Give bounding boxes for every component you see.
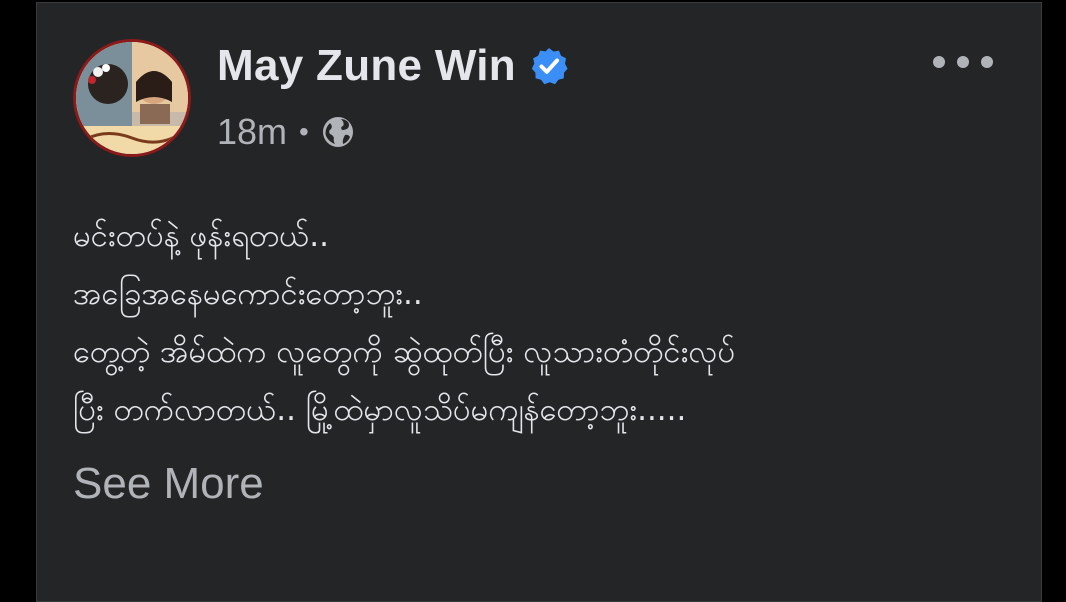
- post-text-line: ပြီး တက်လာတယ်.. မြို့ထဲမှာလူသိပ်မကျန်တော…: [73, 392, 687, 428]
- menu-dot: [981, 56, 993, 68]
- globe-icon[interactable]: [321, 115, 355, 149]
- post-text-line: အခြေအနေမကောင်းတော့ဘူး..: [73, 276, 423, 312]
- author-avatar[interactable]: [73, 39, 191, 157]
- verified-badge-icon: [530, 47, 568, 85]
- post-text-line: တွေ့တဲ့ အိမ်ထဲက လူတွေကို ဆွဲထုတ်ပြီး လူသ…: [73, 334, 736, 370]
- post-body: မင်းတပ်နဲ့ ဖုန်းရတယ်.. အခြေအနေမကောင်းတော…: [73, 207, 1013, 439]
- avatar-image: [76, 42, 188, 154]
- author-name[interactable]: May Zune Win: [217, 41, 516, 91]
- menu-dot: [957, 56, 969, 68]
- post-text-line: မင်းတပ်နဲ့ ဖုန်းရတယ်..: [73, 218, 329, 254]
- see-more-link[interactable]: See More: [73, 459, 264, 509]
- meta-separator: •: [299, 116, 309, 147]
- menu-dot: [933, 56, 945, 68]
- author-row: May Zune Win: [217, 41, 568, 91]
- post-card: May Zune Win 18m • မင်းတပ်နဲ့ ဖုန်းရတယ်.…: [36, 2, 1042, 602]
- post-meta: 18m •: [217, 111, 355, 153]
- post-timestamp[interactable]: 18m: [217, 111, 287, 153]
- more-options-icon[interactable]: [933, 47, 993, 77]
